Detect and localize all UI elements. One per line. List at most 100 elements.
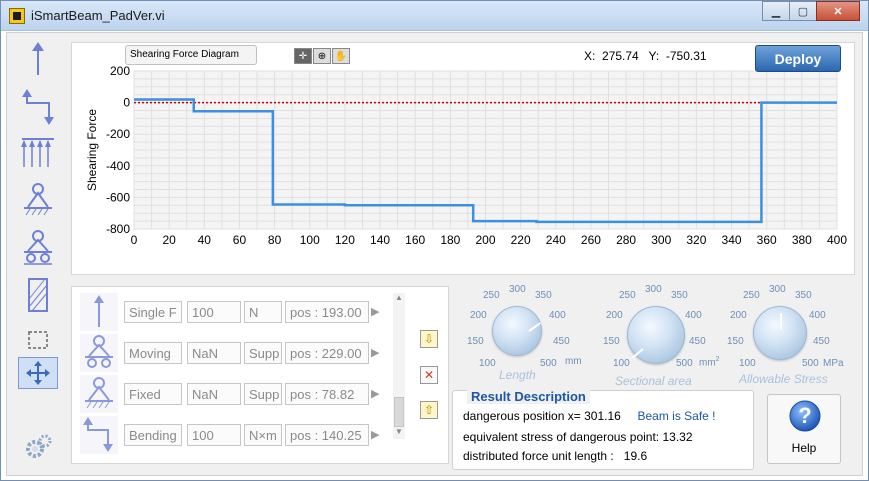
help-button[interactable]: ? Help [767, 394, 841, 464]
y-tick-label: -600 [106, 190, 130, 204]
zoom-tool-icon[interactable]: ⊕ [313, 48, 331, 64]
row-arrow-icon[interactable]: ▶ [371, 346, 383, 360]
y-axis-label: Shearing Force [85, 109, 99, 191]
load-pos-field[interactable]: pos : 229.00 [285, 342, 369, 364]
load-unit-field[interactable]: N [244, 301, 282, 323]
allowable-stress-knob[interactable] [753, 306, 807, 360]
pan-tool-icon[interactable]: ✋ [332, 48, 350, 64]
coord-x-value: 275.74 [602, 49, 639, 63]
load-unit-field[interactable]: Supp [244, 342, 282, 364]
chart-panel: 0 20 40 60 80 100 120 140 160 180 200 220 240 260 280 3… [71, 42, 855, 275]
x-tick-label: 120 [335, 233, 355, 247]
x-tick-label: 340 [722, 233, 742, 247]
bending-moment-icon[interactable] [18, 87, 58, 127]
dial-tick: 300 [645, 284, 662, 295]
title-bar[interactable]: iSmartBeam_PadVer.vi ▁ ▢ ✕ [1, 1, 868, 31]
single-force-icon [80, 293, 118, 331]
scroll-up-icon[interactable]: ▲ [393, 293, 405, 305]
dial-tick: 500 [802, 358, 819, 369]
x-tick-label: 280 [616, 233, 636, 247]
load-unit-field[interactable]: Supp [244, 383, 282, 405]
x-tick-label: 0 [131, 233, 138, 247]
select-tool-icon[interactable] [18, 327, 58, 353]
distributed-load-icon[interactable] [18, 133, 58, 173]
load-row[interactable]: Moving NaN Supp pos : 229.00 ▶ [80, 334, 379, 372]
move-up-button[interactable]: ⇧ [420, 401, 438, 419]
load-pos-field[interactable]: pos : 78.82 [285, 383, 369, 405]
load-row[interactable]: Bending 100 N×m pos : 140.25 ▶ [80, 416, 379, 454]
bending-moment-icon [80, 416, 118, 454]
equivalent-stress-value: 13.32 [662, 430, 693, 444]
window-title: iSmartBeam_PadVer.vi [31, 8, 165, 23]
dial-tick: 300 [509, 284, 526, 295]
length-needle [528, 322, 542, 332]
x-tick-label: 100 [300, 233, 320, 247]
fixed-support-icon [80, 375, 118, 413]
x-tick-label: 240 [546, 233, 566, 247]
load-type-field[interactable]: Bending [124, 424, 182, 446]
dial-tick: 200 [470, 310, 487, 321]
coord-x-label: X: [584, 49, 596, 63]
maximize-button[interactable]: ▢ [789, 1, 817, 21]
allowable-stress-needle [780, 313, 782, 329]
dial-tick: 150 [603, 336, 620, 347]
dial-tick: 200 [606, 310, 623, 321]
x-tick-label: 220 [511, 233, 531, 247]
load-pos-field[interactable]: pos : 140.25 [285, 424, 369, 446]
x-tick-label: 80 [268, 233, 282, 247]
dial-unit: MPa [823, 358, 844, 369]
fixed-support-icon[interactable] [18, 179, 58, 219]
dial-tick: 500 [540, 358, 557, 369]
load-value-field[interactable]: 100 [187, 301, 241, 323]
delete-button[interactable]: ✕ [420, 366, 438, 384]
close-button[interactable]: ✕ [816, 1, 860, 21]
scroll-down-icon[interactable]: ▼ [393, 427, 405, 439]
scroll-thumb[interactable] [394, 397, 404, 427]
dial-tick: 450 [553, 336, 570, 347]
dial-unit-sup: 2 [715, 356, 720, 363]
cursor-tool-icon[interactable]: ✛ [294, 48, 312, 64]
load-pos-field[interactable]: pos : 193.00 [285, 301, 369, 323]
load-unit-field[interactable]: N×m [244, 424, 282, 446]
length-knob[interactable] [492, 306, 542, 356]
dial-tick: 150 [467, 336, 484, 347]
x-tick-label: 60 [233, 233, 247, 247]
x-tick-label: 400 [827, 233, 847, 247]
load-value-field[interactable]: NaN [187, 342, 241, 364]
move-down-button[interactable]: ⇩ [420, 330, 438, 348]
moving-support-icon[interactable] [18, 227, 58, 267]
section-icon[interactable] [18, 275, 58, 315]
dial-tick: 350 [535, 290, 552, 301]
load-value-field[interactable]: NaN [187, 383, 241, 405]
dial-tick: 300 [769, 284, 786, 295]
safety-status: Beam is Safe ! [637, 409, 716, 423]
dial-tick: 400 [809, 310, 826, 321]
x-tick-label: 260 [581, 233, 601, 247]
row-arrow-icon[interactable]: ▶ [371, 387, 383, 401]
distributed-force-label: distributed force unit length : [463, 449, 614, 463]
settings-gear-icon[interactable] [18, 427, 58, 467]
load-value-field[interactable]: 100 [187, 424, 241, 446]
y-tick-label: -400 [106, 159, 130, 173]
load-row[interactable]: Single F 100 N pos : 193.00 ▶ [80, 293, 379, 331]
help-label: Help [791, 441, 817, 455]
deploy-button[interactable]: Deploy [755, 45, 841, 72]
minimize-button[interactable]: ▁ [762, 1, 790, 21]
x-tick-label: 40 [198, 233, 212, 247]
load-type-field[interactable]: Single F [124, 301, 182, 323]
dial-tick: 250 [619, 290, 636, 301]
row-arrow-icon[interactable]: ▶ [371, 428, 383, 442]
result-line-distributed-force: distributed force unit length : 19.6 [463, 449, 647, 463]
y-tick-label: 0 [123, 96, 130, 110]
parameter-dials: 250 300 350 400 450 500 mm 100 150 200 L… [461, 284, 861, 388]
row-arrow-icon[interactable]: ▶ [371, 305, 383, 319]
y-tick-label: 200 [110, 64, 130, 78]
load-type-field[interactable]: Moving [124, 342, 182, 364]
load-type-field[interactable]: Fixed [124, 383, 182, 405]
move-tool-icon[interactable] [18, 357, 58, 389]
force-arrow-icon[interactable] [18, 39, 58, 79]
left-toolbar [18, 37, 58, 472]
sectional-area-knob[interactable] [627, 306, 685, 364]
load-row[interactable]: Fixed NaN Supp pos : 78.82 ▶ [80, 375, 379, 413]
load-list-scrollbar[interactable]: ▲ ▼ [393, 293, 405, 439]
